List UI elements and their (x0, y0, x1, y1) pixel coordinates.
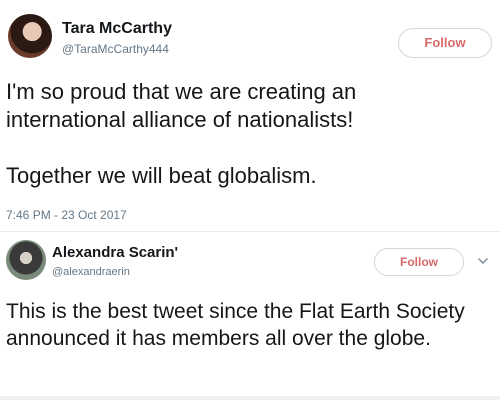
chevron-down-icon[interactable] (476, 254, 490, 268)
tweet-timestamp[interactable]: 7:46 PM - 23 Oct 2017 (6, 208, 127, 222)
follow-button[interactable]: Follow (374, 248, 464, 276)
tweet-text: I'm so proud that we are creating an int… (6, 78, 476, 190)
tweet-text-paragraph-1: I'm so proud that we are creating an int… (6, 79, 357, 132)
user-handle[interactable]: @TaraMcCarthy444 (62, 42, 169, 56)
display-name[interactable]: Tara McCarthy (62, 20, 172, 38)
avatar[interactable] (8, 14, 52, 58)
tweet-text-paragraph-2: Together we will beat globalism. (6, 163, 317, 188)
tweet-text: This is the best tweet since the Flat Ea… (6, 300, 465, 350)
reply-tweet: Alexandra Scarin' @alexandraerin Follow … (0, 232, 500, 400)
user-handle[interactable]: @alexandraerin (52, 266, 130, 278)
avatar[interactable] (6, 240, 46, 280)
main-tweet: Tara McCarthy @TaraMcCarthy444 Follow I'… (0, 0, 500, 232)
display-name[interactable]: Alexandra Scarin' (52, 244, 178, 261)
follow-button[interactable]: Follow (398, 28, 492, 58)
bottom-divider (0, 396, 500, 400)
